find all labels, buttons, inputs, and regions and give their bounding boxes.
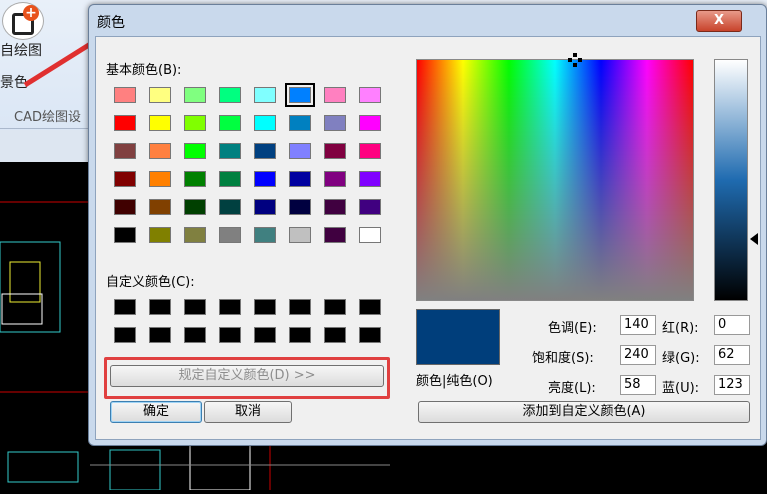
basic-color-swatch[interactable] — [114, 227, 136, 243]
basic-color-swatch[interactable] — [149, 227, 171, 243]
basic-colors-label: 基本颜色(B): — [106, 63, 182, 78]
define-custom-colors-button[interactable]: 规定自定义颜色(D) >> — [110, 365, 384, 387]
custom-color-swatch[interactable] — [359, 327, 381, 343]
custom-color-swatch[interactable] — [219, 299, 241, 315]
saturation-label: 饱和度(S): — [532, 351, 594, 366]
luminance-label: 亮度(L): — [548, 381, 596, 396]
color-solid-label: 颜色|纯色(O) — [416, 374, 493, 389]
cancel-button[interactable]: 取消 — [204, 401, 292, 423]
basic-color-swatch[interactable] — [289, 171, 311, 187]
hue-label: 色调(E): — [548, 321, 597, 336]
green-label: 绿(G): — [662, 351, 700, 366]
basic-color-swatch[interactable] — [114, 87, 136, 103]
crosshair-icon[interactable] — [568, 53, 582, 67]
basic-color-swatch[interactable] — [149, 143, 171, 159]
basic-color-swatch[interactable] — [184, 87, 206, 103]
red-field[interactable]: 0 — [714, 315, 750, 335]
ribbon-group-label: CAD绘图设 — [14, 110, 81, 125]
saturation-field[interactable]: 240 — [620, 345, 656, 365]
basic-color-swatch[interactable] — [359, 199, 381, 215]
basic-color-swatch[interactable] — [254, 115, 276, 131]
custom-color-swatch[interactable] — [184, 299, 206, 315]
cad-lines-icon — [90, 440, 390, 491]
custom-color-swatch[interactable] — [254, 327, 276, 343]
basic-color-swatch[interactable] — [219, 143, 241, 159]
basic-color-swatch[interactable] — [359, 87, 381, 103]
basic-color-swatch[interactable] — [114, 171, 136, 187]
custom-color-swatch[interactable] — [219, 327, 241, 343]
custom-colors-label: 自定义颜色(C): — [106, 275, 195, 290]
blue-label: 蓝(U): — [662, 381, 700, 396]
luminance-arrow-icon[interactable] — [750, 233, 758, 245]
basic-color-swatch[interactable] — [254, 199, 276, 215]
color-preview — [416, 309, 500, 365]
basic-color-swatch[interactable] — [219, 199, 241, 215]
custom-color-swatch[interactable] — [254, 299, 276, 315]
ok-button[interactable]: 确定 — [110, 401, 202, 423]
basic-color-swatch[interactable] — [324, 199, 346, 215]
custom-color-swatch[interactable] — [149, 299, 171, 315]
basic-color-swatch[interactable] — [254, 143, 276, 159]
close-button[interactable]: X — [696, 10, 742, 32]
basic-color-swatch[interactable] — [219, 115, 241, 131]
basic-color-swatch[interactable] — [254, 227, 276, 243]
basic-color-swatch[interactable] — [254, 87, 276, 103]
basic-color-swatch[interactable] — [324, 227, 346, 243]
custom-color-swatch[interactable] — [114, 299, 136, 315]
basic-color-swatch[interactable] — [359, 227, 381, 243]
basic-color-swatch[interactable] — [184, 171, 206, 187]
dialog-client: 基本颜色(B): 自定义颜色(C): 规定自定义颜色(D) >> 确定 取消 颜… — [95, 36, 761, 440]
basic-color-swatch[interactable] — [289, 227, 311, 243]
basic-color-swatch[interactable] — [289, 115, 311, 131]
color-dialog: 颜色 X 基本颜色(B): 自定义颜色(C): 规定自定义颜色(D) >> 确定… — [88, 4, 767, 446]
red-label: 红(R): — [662, 321, 699, 336]
luminance-slider[interactable] — [714, 59, 748, 301]
custom-color-swatch[interactable] — [114, 327, 136, 343]
custom-color-swatch[interactable] — [184, 327, 206, 343]
basic-color-swatch[interactable] — [219, 227, 241, 243]
custom-color-swatch[interactable] — [324, 327, 346, 343]
basic-color-swatch[interactable] — [184, 199, 206, 215]
basic-color-swatch[interactable] — [149, 115, 171, 131]
color-spectrum[interactable] — [416, 59, 694, 301]
basic-color-swatch[interactable] — [114, 199, 136, 215]
basic-color-swatch[interactable] — [219, 171, 241, 187]
custom-color-swatch[interactable] — [359, 299, 381, 315]
basic-color-swatch[interactable] — [324, 171, 346, 187]
basic-color-swatch[interactable] — [285, 83, 315, 107]
basic-color-swatch[interactable] — [149, 199, 171, 215]
dialog-title: 颜色 — [97, 15, 125, 31]
custom-color-swatch[interactable] — [324, 299, 346, 315]
basic-color-swatch[interactable] — [289, 199, 311, 215]
luminance-field[interactable]: 58 — [620, 375, 656, 395]
basic-color-swatch[interactable] — [324, 143, 346, 159]
cad-drawing-area-bottom[interactable] — [90, 440, 767, 491]
basic-color-swatch[interactable] — [324, 115, 346, 131]
cad-floorplan-icon — [0, 201, 90, 483]
basic-color-swatch[interactable] — [324, 87, 346, 103]
basic-color-swatch[interactable] — [184, 227, 206, 243]
green-field[interactable]: 62 — [714, 345, 750, 365]
basic-color-swatch[interactable] — [219, 87, 241, 103]
hue-field[interactable]: 140 — [620, 315, 656, 335]
custom-color-swatch[interactable] — [289, 327, 311, 343]
basic-color-swatch[interactable] — [254, 171, 276, 187]
cad-drawing-area[interactable] — [0, 162, 90, 490]
basic-color-swatch[interactable] — [149, 171, 171, 187]
basic-color-swatch[interactable] — [289, 143, 311, 159]
blue-field[interactable]: 123 — [714, 375, 750, 395]
custom-color-swatch[interactable] — [149, 327, 171, 343]
basic-color-swatch[interactable] — [184, 115, 206, 131]
basic-color-swatch[interactable] — [114, 143, 136, 159]
dialog-titlebar[interactable]: 颜色 X — [89, 5, 766, 35]
basic-color-swatch[interactable] — [184, 143, 206, 159]
basic-color-swatch[interactable] — [114, 115, 136, 131]
custom-color-swatch[interactable] — [289, 299, 311, 315]
basic-color-swatch[interactable] — [359, 171, 381, 187]
basic-color-swatch[interactable] — [359, 143, 381, 159]
basic-color-swatch[interactable] — [149, 87, 171, 103]
basic-color-swatch[interactable] — [359, 115, 381, 131]
add-to-custom-colors-button[interactable]: 添加到自定义颜色(A) — [418, 401, 750, 423]
